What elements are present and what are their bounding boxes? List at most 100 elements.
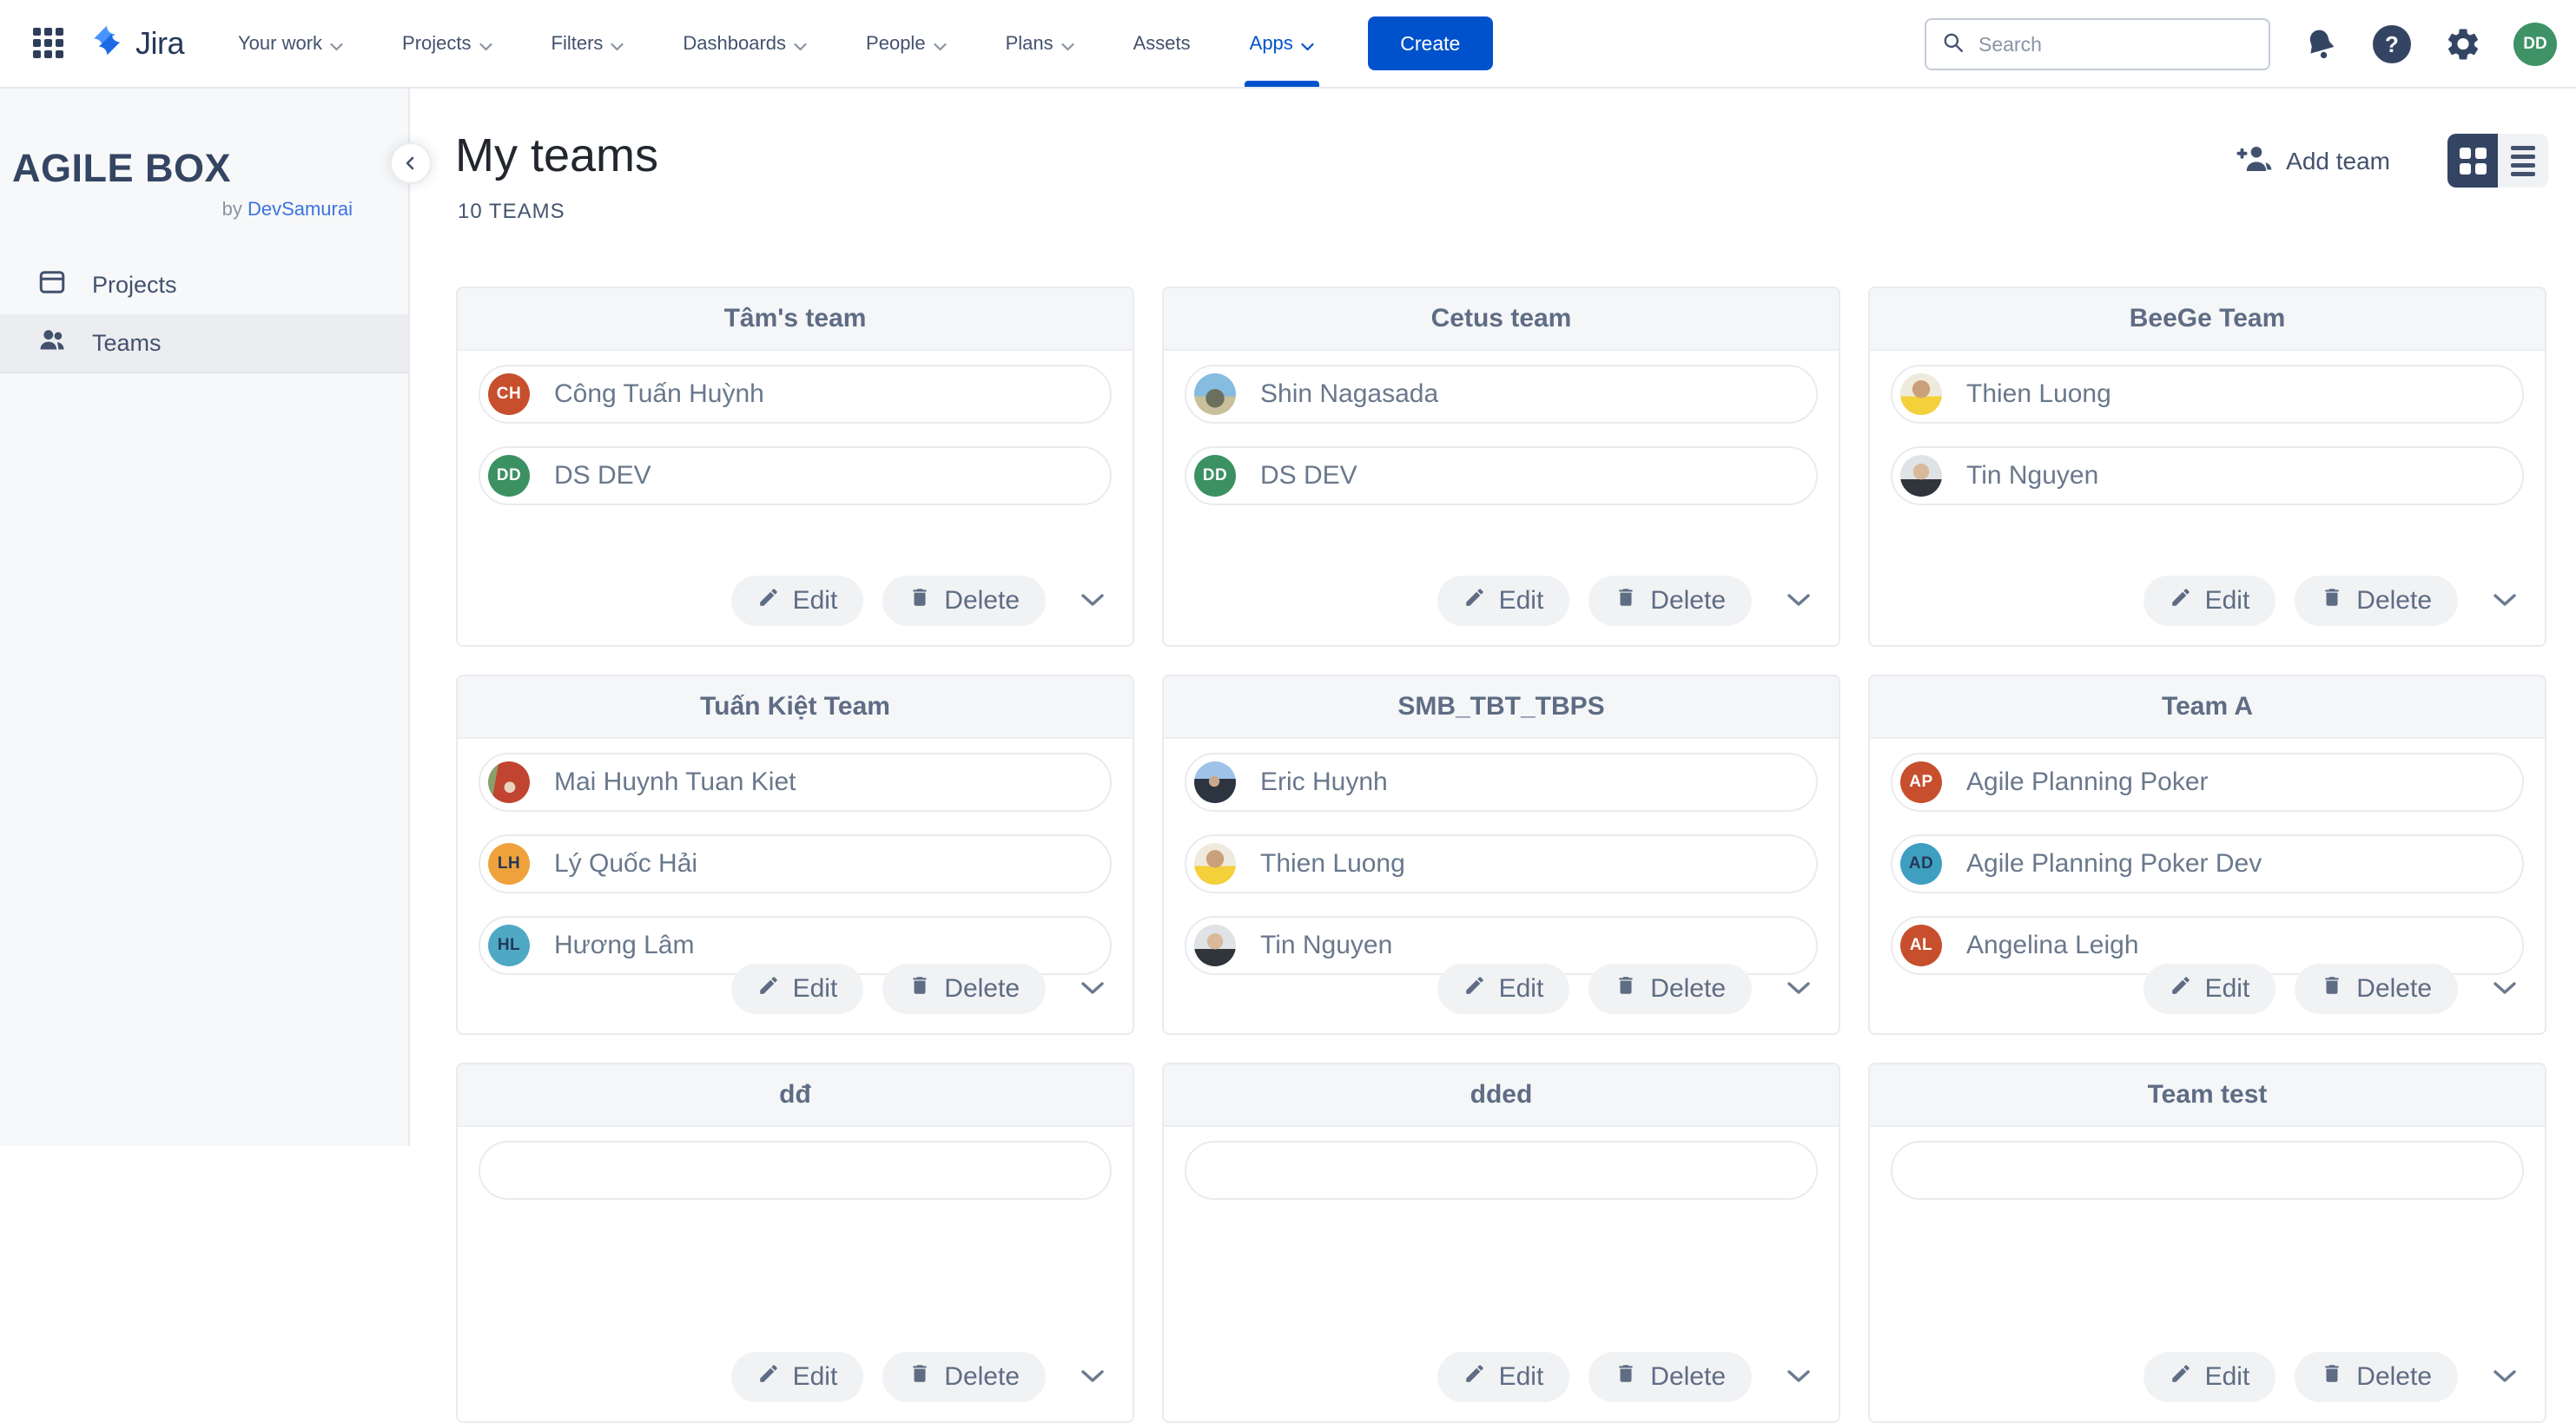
nav-item-dashboards[interactable]: Dashboards [683, 0, 807, 87]
delete-team-button[interactable]: Delete [2295, 1352, 2458, 1402]
list-view-icon[interactable] [2498, 134, 2548, 188]
member-photo-avatar [1194, 761, 1236, 803]
delete-team-button[interactable]: Delete [882, 576, 1046, 626]
member-name: Lý Quốc Hải [554, 849, 697, 879]
expand-team-button[interactable] [2487, 1367, 2522, 1387]
delete-team-button[interactable]: Delete [1589, 1352, 1752, 1402]
expand-team-button[interactable] [2487, 591, 2522, 611]
create-button[interactable]: Create [1368, 16, 1493, 70]
member-name: Eric Huynh [1260, 767, 1388, 797]
settings-gear-icon[interactable] [2442, 23, 2484, 65]
delete-team-button[interactable]: Delete [2295, 576, 2458, 626]
help-icon[interactable]: ? [2371, 23, 2413, 65]
edit-team-button[interactable]: Edit [731, 964, 864, 1014]
team-card: SMB_TBT_TBPS Eric Huynh Thien Luong Tin … [1162, 675, 1840, 1035]
member-avatar: DD [488, 455, 530, 497]
nav-item-assets[interactable]: Assets [1133, 0, 1191, 87]
search-box[interactable] [1925, 18, 2270, 70]
team-member-row[interactable] [1185, 1141, 1818, 1200]
delete-team-button[interactable]: Delete [2295, 964, 2458, 1014]
edit-team-button[interactable]: Edit [2143, 964, 2276, 1014]
delete-team-button[interactable]: Delete [1589, 964, 1752, 1014]
edit-team-button[interactable]: Edit [2143, 576, 2276, 626]
grid-view-icon[interactable] [2447, 134, 2498, 188]
nav-item-apps[interactable]: Apps [1250, 0, 1314, 87]
team-card: Cetus team Shin Nagasada DD DS DEV Edit [1162, 287, 1840, 647]
trash-icon [908, 974, 931, 1004]
pencil-icon [757, 586, 780, 616]
team-member-row[interactable]: LH Lý Quốc Hải [479, 834, 1112, 893]
app-switcher-icon[interactable] [33, 28, 64, 59]
expand-team-button[interactable] [1781, 979, 1816, 999]
chevron-down-icon [1787, 1368, 1811, 1387]
pencil-icon [2170, 586, 2192, 616]
team-member-row[interactable]: Tin Nguyen [1891, 446, 2524, 505]
team-member-row[interactable]: Thien Luong [1185, 834, 1818, 893]
team-card-title: Cetus team [1431, 304, 1572, 333]
add-team-label: Add team [2286, 148, 2390, 175]
team-card: Tâm's team CH Công Tuấn Huỳnh DD DS DEV … [456, 287, 1134, 647]
page-title: My teams [455, 128, 658, 182]
notifications-bell-icon[interactable] [2300, 23, 2342, 65]
team-members-list: Shin Nagasada DD DS DEV [1164, 351, 1839, 505]
sidebar-nav: Projects Teams [0, 255, 408, 373]
chevron-down-icon [1061, 34, 1074, 56]
team-member-row[interactable]: DD DS DEV [479, 446, 1112, 505]
chevron-down-icon [1080, 592, 1105, 610]
nav-item-your-work[interactable]: Your work [238, 0, 343, 87]
member-avatar: AD [1900, 843, 1942, 885]
expand-team-button[interactable] [1075, 1367, 1110, 1387]
chevron-down-icon [479, 34, 492, 56]
team-member-row[interactable] [1891, 1141, 2524, 1200]
search-icon [1942, 31, 1965, 58]
edit-team-button[interactable]: Edit [1437, 1352, 1570, 1402]
edit-team-button[interactable]: Edit [731, 1352, 864, 1402]
member-photo-avatar [1194, 843, 1236, 885]
sidebar-item-projects[interactable]: Projects [0, 255, 408, 314]
edit-team-button[interactable]: Edit [2143, 1352, 2276, 1402]
expand-team-button[interactable] [2487, 979, 2522, 999]
view-toggle [2447, 134, 2548, 188]
edit-team-button[interactable]: Edit [1437, 576, 1570, 626]
delete-team-button[interactable]: Delete [1589, 576, 1752, 626]
member-photo-avatar [1194, 925, 1236, 966]
team-member-row[interactable]: DD DS DEV [1185, 446, 1818, 505]
pencil-icon [1463, 974, 1486, 1004]
nav-item-people[interactable]: People [866, 0, 947, 87]
member-name: Hương Lâm [554, 931, 694, 960]
sidebar-collapse-button[interactable] [390, 142, 432, 184]
expand-team-button[interactable] [1075, 591, 1110, 611]
team-member-row[interactable]: AP Agile Planning Poker [1891, 753, 2524, 812]
chevron-down-icon [934, 34, 947, 56]
team-member-row[interactable]: Eric Huynh [1185, 753, 1818, 812]
team-members-list [1870, 1127, 2545, 1200]
team-member-row[interactable]: Shin Nagasada [1185, 365, 1818, 424]
expand-team-button[interactable] [1781, 591, 1816, 611]
expand-team-button[interactable] [1781, 1367, 1816, 1387]
sidebar-item-teams[interactable]: Teams [0, 314, 408, 373]
team-member-row[interactable]: Mai Huynh Tuan Kiet [479, 753, 1112, 812]
team-member-row[interactable]: Thien Luong [1891, 365, 2524, 424]
nav-item-filters[interactable]: Filters [552, 0, 624, 87]
pencil-icon [2170, 974, 2192, 1004]
team-member-row[interactable]: AD Agile Planning Poker Dev [1891, 834, 2524, 893]
nav-item-projects[interactable]: Projects [402, 0, 492, 87]
search-input[interactable] [1977, 32, 2253, 57]
delete-team-button[interactable]: Delete [882, 1352, 1046, 1402]
delete-team-button[interactable]: Delete [882, 964, 1046, 1014]
edit-team-button[interactable]: Edit [1437, 964, 1570, 1014]
jira-logo-text: Jira [135, 25, 184, 62]
expand-team-button[interactable] [1075, 979, 1110, 999]
chevron-down-icon [2493, 592, 2517, 610]
jira-logo[interactable]: Jira [89, 23, 184, 64]
team-member-row[interactable]: CH Công Tuấn Huỳnh [479, 365, 1112, 424]
sidebar-item-label: Teams [92, 330, 162, 357]
devsamurai-link[interactable]: DevSamurai [248, 198, 353, 220]
member-name: Công Tuấn Huỳnh [554, 379, 764, 409]
add-team-button[interactable]: Add team [2230, 142, 2395, 180]
teams-count: 10 TEAMS [458, 200, 565, 224]
user-avatar[interactable]: DD [2513, 23, 2557, 66]
team-member-row[interactable] [479, 1141, 1112, 1200]
edit-team-button[interactable]: Edit [731, 576, 864, 626]
nav-item-plans[interactable]: Plans [1006, 0, 1074, 87]
